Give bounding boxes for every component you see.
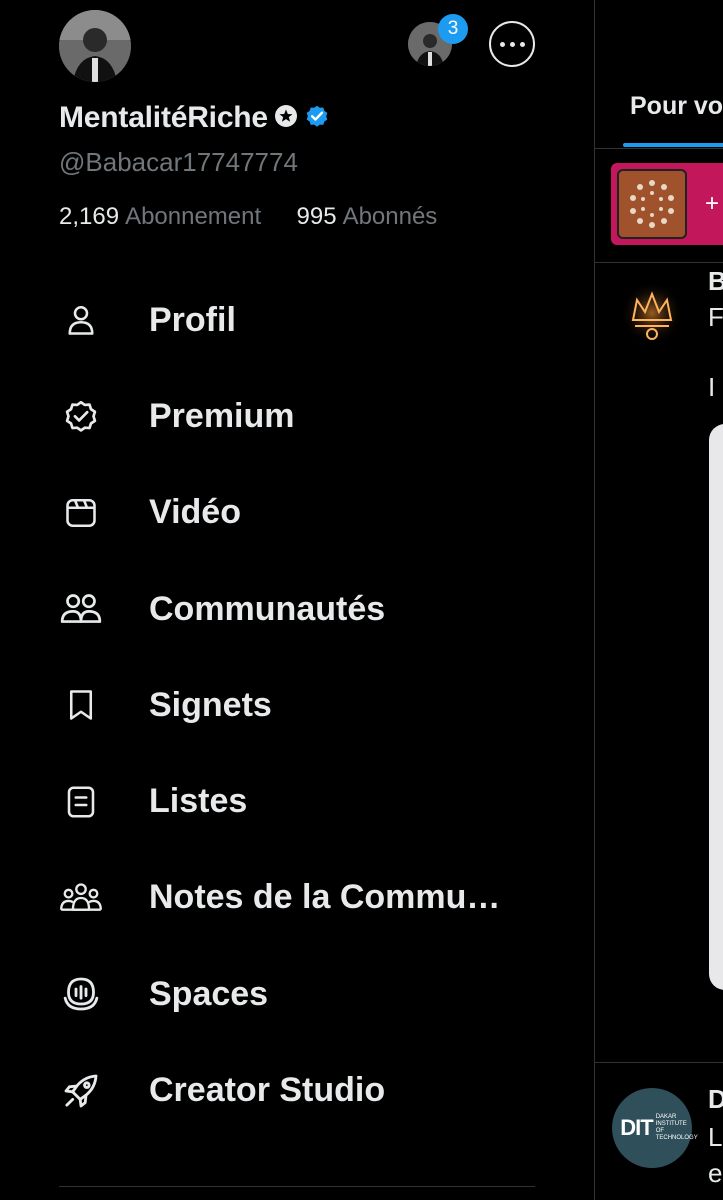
crown-avatar[interactable] xyxy=(619,280,685,351)
tab-for-you[interactable]: Pour vo xyxy=(630,92,723,121)
bookmark-icon xyxy=(59,683,103,727)
dit-logo-subtext: DAKAR INSTITUTE OF TECHNOLOGY xyxy=(655,1114,698,1141)
lists-icon xyxy=(59,780,103,824)
menu-item-creator-studio[interactable]: Creator Studio xyxy=(0,1042,594,1138)
dots-ring-icon xyxy=(630,180,674,228)
user-handle: @Babacar17747774 xyxy=(59,147,298,177)
more-dot xyxy=(509,41,515,47)
following-link[interactable]: 2,169 Abonnement xyxy=(59,203,268,230)
notification-badge: 3 xyxy=(438,14,468,44)
following-label: Abonnement xyxy=(125,203,262,230)
post-text-fragment: F xyxy=(708,302,723,332)
profile-avatar[interactable] xyxy=(59,10,131,82)
banner-plus-icon: + xyxy=(705,190,720,217)
menu-item-label: Creator Studio xyxy=(149,1071,386,1110)
follow-stats: 2,169 Abonnement 995 Abonnés xyxy=(59,203,437,231)
menu-item-label: Profil xyxy=(149,300,236,339)
avatar-photo xyxy=(59,10,131,82)
menu-item-profile[interactable]: Profil xyxy=(0,272,594,368)
menu-item-community-notes[interactable]: Notes de la Commu… xyxy=(0,850,594,946)
menu-item-label: Communautés xyxy=(149,589,386,628)
post-divider xyxy=(595,262,723,263)
post-author-initial: D xyxy=(708,1084,723,1115)
more-dot xyxy=(499,41,505,47)
more-options-button[interactable] xyxy=(489,21,535,67)
menu-item-video[interactable]: Vidéo xyxy=(0,465,594,561)
menu-item-label: Spaces xyxy=(149,974,269,1013)
menu-item-spaces[interactable]: Spaces xyxy=(0,946,594,1042)
display-name-row[interactable]: MentalitéRiche xyxy=(59,100,330,136)
menu-item-label: Signets xyxy=(149,685,272,724)
menu-item-premium[interactable]: Premium xyxy=(0,368,594,464)
spaces-banner-thumbnail xyxy=(617,169,687,239)
dit-avatar[interactable]: DIT DAKAR INSTITUTE OF TECHNOLOGY xyxy=(612,1088,698,1168)
timeline-background: Pour vo + F I DIT DAKAR INSTITUTE OF TEC… xyxy=(594,0,723,1200)
menu-item-label: Vidéo xyxy=(149,493,241,532)
side-drawer: 3 MentalitéRiche @Babacar17747774 2,169 A… xyxy=(0,0,594,1200)
communities-icon xyxy=(59,587,103,631)
following-count: 2,169 xyxy=(59,203,120,230)
menu-item-lists[interactable]: Listes xyxy=(0,753,594,849)
star-icon xyxy=(274,104,298,133)
more-dot xyxy=(519,41,525,47)
post-author-initial: B xyxy=(708,266,723,297)
post-text-fragment: L xyxy=(708,1122,723,1152)
tab-divider xyxy=(595,148,723,149)
active-tab-indicator xyxy=(623,143,723,147)
followers-count: 995 xyxy=(296,203,337,230)
menu-item-bookmarks[interactable]: Signets xyxy=(0,657,594,753)
menu-divider xyxy=(59,1186,535,1187)
community-notes-icon xyxy=(59,876,103,920)
crown-icon xyxy=(620,281,684,345)
verified-badge-icon xyxy=(304,103,330,134)
spaces-icon xyxy=(59,972,103,1016)
followers-link[interactable]: 995 Abonnés xyxy=(297,203,438,230)
menu-item-label: Listes xyxy=(149,782,248,821)
dit-logo-text: DIT xyxy=(620,1115,653,1140)
post-divider xyxy=(595,1062,723,1063)
post-media-card[interactable] xyxy=(709,424,723,990)
video-icon xyxy=(59,491,103,535)
person-icon xyxy=(59,298,103,342)
followers-label: Abonnés xyxy=(342,203,438,230)
menu-item-label: Premium xyxy=(149,396,295,435)
display-name: MentalitéRiche xyxy=(59,101,268,134)
menu-item-label: Notes de la Commu… xyxy=(149,878,501,917)
menu-item-communities[interactable]: Communautés xyxy=(0,561,594,657)
post-text-fragment: e xyxy=(708,1158,723,1188)
rocket-icon xyxy=(59,1069,103,1113)
post-text-fragment: I xyxy=(708,372,716,402)
premium-badge-icon xyxy=(59,394,103,438)
drawer-menu: Profil Premium Vidéo Communautés Signets… xyxy=(0,272,594,1139)
